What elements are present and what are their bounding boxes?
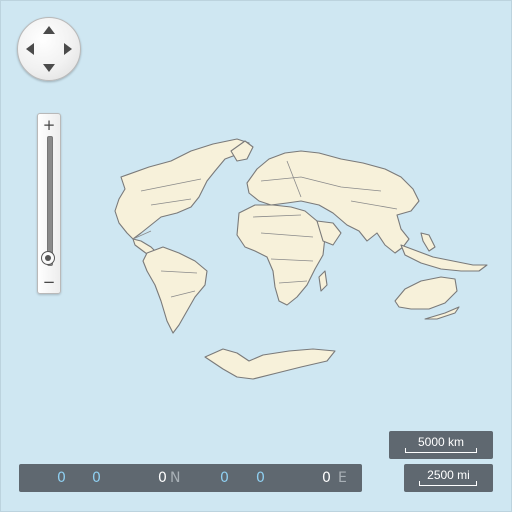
scale-bar-km: 5000 km	[389, 431, 493, 459]
zoom-in-button[interactable]: +	[38, 116, 60, 134]
longitude-degrees: 0	[220, 470, 229, 486]
landmasses	[114, 138, 488, 380]
zoom-control: + −	[37, 113, 61, 294]
arrow-left-icon[interactable]	[26, 43, 34, 55]
latitude-minutes: 0	[92, 470, 101, 486]
madagascar	[318, 270, 328, 292]
antarctica	[204, 348, 336, 380]
arrow-right-icon[interactable]	[64, 43, 72, 55]
latitude-seconds: 0	[158, 470, 167, 486]
arrow-up-icon[interactable]	[43, 26, 55, 34]
north-america	[114, 138, 250, 240]
south-america	[142, 246, 208, 334]
zoom-slider-track[interactable]	[47, 136, 53, 266]
scale-mi-line	[419, 481, 477, 486]
scale-mi-label: 2500 mi	[427, 468, 470, 482]
longitude-hemisphere: E	[338, 470, 347, 486]
latitude-degrees: 0	[57, 470, 66, 486]
southeast-asia	[400, 244, 488, 272]
japan	[420, 232, 436, 252]
zoom-out-button[interactable]: −	[38, 273, 60, 291]
pan-control[interactable]	[17, 17, 81, 81]
longitude-seconds: 0	[322, 470, 331, 486]
scale-bar-mi: 2500 mi	[404, 464, 493, 492]
arrow-down-icon[interactable]	[43, 64, 55, 72]
longitude-minutes: 0	[256, 470, 265, 486]
coordinate-readout: 0 0 0 N 0 0 0 E	[19, 464, 362, 492]
latitude-hemisphere: N	[170, 470, 181, 486]
zoom-slider-thumb[interactable]	[41, 250, 55, 265]
australia	[394, 276, 458, 310]
scale-km-label: 5000 km	[417, 435, 465, 449]
africa	[236, 204, 326, 306]
scale-km-line	[405, 448, 477, 453]
